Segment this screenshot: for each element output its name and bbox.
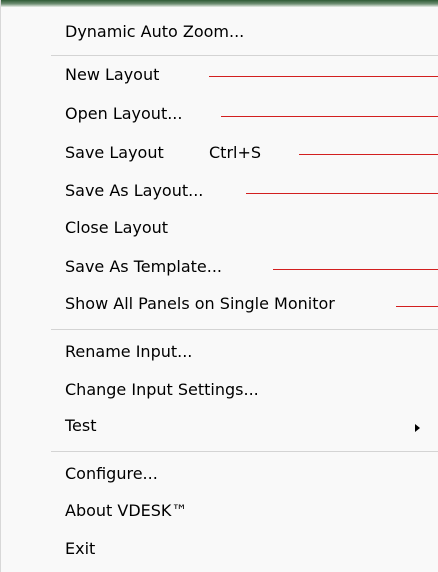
menu-item-close-layout[interactable]: Close Layout: [1, 214, 438, 244]
annotation-line-save-as-layout: [246, 193, 438, 194]
menu-item-label: Close Layout: [65, 218, 169, 237]
menu-item-about[interactable]: About VDESK™: [1, 497, 438, 527]
menu-item-save-as-template[interactable]: Save As Template...: [1, 253, 438, 283]
menu-separator: [51, 329, 438, 330]
menu-item-label: Save Layout: [65, 143, 164, 162]
window-edge-strip: [1, 0, 438, 7]
menu-item-label: Change Input Settings...: [65, 380, 259, 399]
menu-item-exit[interactable]: Exit: [1, 535, 438, 565]
menu-item-dynamic-auto-zoom[interactable]: Dynamic Auto Zoom...: [1, 18, 438, 48]
menu-item-label: Save As Template...: [65, 257, 222, 276]
context-menu: Dynamic Auto Zoom... New Layout Open Lay…: [0, 0, 438, 572]
menu-separator: [51, 451, 438, 452]
menu-separator: [51, 55, 438, 56]
menu-item-configure[interactable]: Configure...: [1, 460, 438, 490]
annotation-line-save-as-template: [273, 269, 438, 270]
menu-item-label: Configure...: [65, 464, 158, 483]
menu-item-label: Dynamic Auto Zoom...: [65, 22, 245, 41]
menu-item-open-layout[interactable]: Open Layout...: [1, 100, 438, 130]
menu-item-shortcut: Ctrl+S: [209, 143, 262, 162]
menu-item-label: Show All Panels on Single Monitor: [65, 294, 335, 313]
menu-item-test[interactable]: Test: [1, 412, 438, 442]
menu-item-label: Test: [65, 416, 97, 435]
annotation-line-new-layout: [209, 76, 438, 77]
menu-item-label: Exit: [65, 539, 96, 558]
menu-item-label: About VDESK™: [65, 501, 188, 520]
menu-item-rename-input[interactable]: Rename Input...: [1, 338, 438, 368]
menu-item-label: Save As Layout...: [65, 181, 204, 200]
menu-item-save-as-layout[interactable]: Save As Layout...: [1, 177, 438, 207]
menu-item-label: New Layout: [65, 65, 160, 84]
submenu-arrow-icon: [415, 424, 420, 432]
annotation-line-open-layout: [221, 116, 438, 117]
menu-item-label: Open Layout...: [65, 104, 183, 123]
annotation-line-save-layout: [299, 154, 438, 155]
annotation-line-show-all-panels: [396, 306, 438, 307]
menu-item-change-input-settings[interactable]: Change Input Settings...: [1, 376, 438, 406]
menu-item-show-all-panels[interactable]: Show All Panels on Single Monitor: [1, 290, 438, 320]
menu-item-label: Rename Input...: [65, 342, 193, 361]
